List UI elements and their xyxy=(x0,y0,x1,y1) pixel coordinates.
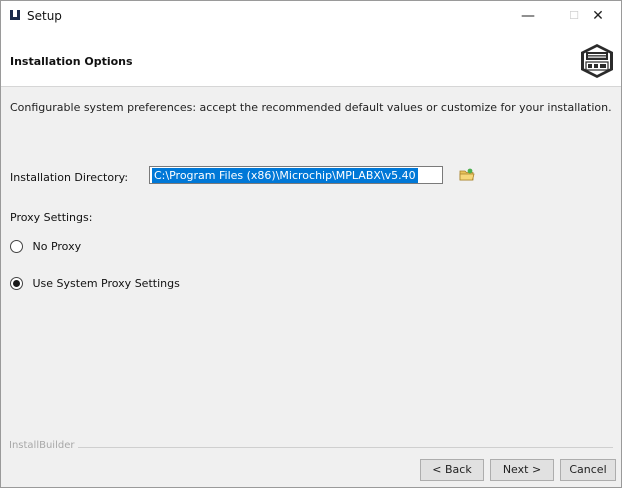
minimize-button[interactable]: — xyxy=(505,1,551,31)
title-bar[interactable]: Setup — ☐ ✕ xyxy=(1,1,621,31)
system-proxy-radio[interactable] xyxy=(10,276,23,290)
mplab-xide-logo-icon xyxy=(581,44,613,78)
close-button[interactable]: ✕ xyxy=(575,1,621,31)
page-header: Installation Options xyxy=(1,31,621,87)
installation-directory-label: Installation Directory: xyxy=(10,171,129,184)
window-title: Setup xyxy=(27,9,62,23)
no-proxy-radio[interactable] xyxy=(10,239,23,253)
installbuilder-brand: InstallBuilder xyxy=(9,440,79,451)
app-icon xyxy=(10,10,20,20)
installation-directory-input[interactable]: C:\Program Files (x86)\Microchip\MPLABX\… xyxy=(149,166,443,184)
divider-line xyxy=(65,447,613,448)
back-button[interactable]: < Back xyxy=(420,459,484,481)
cancel-button[interactable]: Cancel xyxy=(560,459,616,481)
no-proxy-label: No Proxy xyxy=(32,239,82,253)
installbuilder-divider: InstallBuilder xyxy=(1,440,621,454)
next-button[interactable]: Next > xyxy=(490,459,554,481)
folder-browse-icon[interactable] xyxy=(459,167,475,183)
no-proxy-option[interactable]: No Proxy xyxy=(10,239,81,255)
system-proxy-label: Use System Proxy Settings xyxy=(32,276,180,290)
system-proxy-option[interactable]: Use System Proxy Settings xyxy=(10,276,180,292)
page-title: Installation Options xyxy=(10,55,133,68)
installation-directory-value: C:\Program Files (x86)\Microchip\MPLABX\… xyxy=(152,168,418,183)
options-panel: Configurable system preferences: accept … xyxy=(1,87,621,437)
proxy-settings-label: Proxy Settings: xyxy=(10,211,93,224)
description-text: Configurable system preferences: accept … xyxy=(10,101,612,114)
setup-window: Setup — ☐ ✕ Installation Options Configu… xyxy=(0,0,622,488)
